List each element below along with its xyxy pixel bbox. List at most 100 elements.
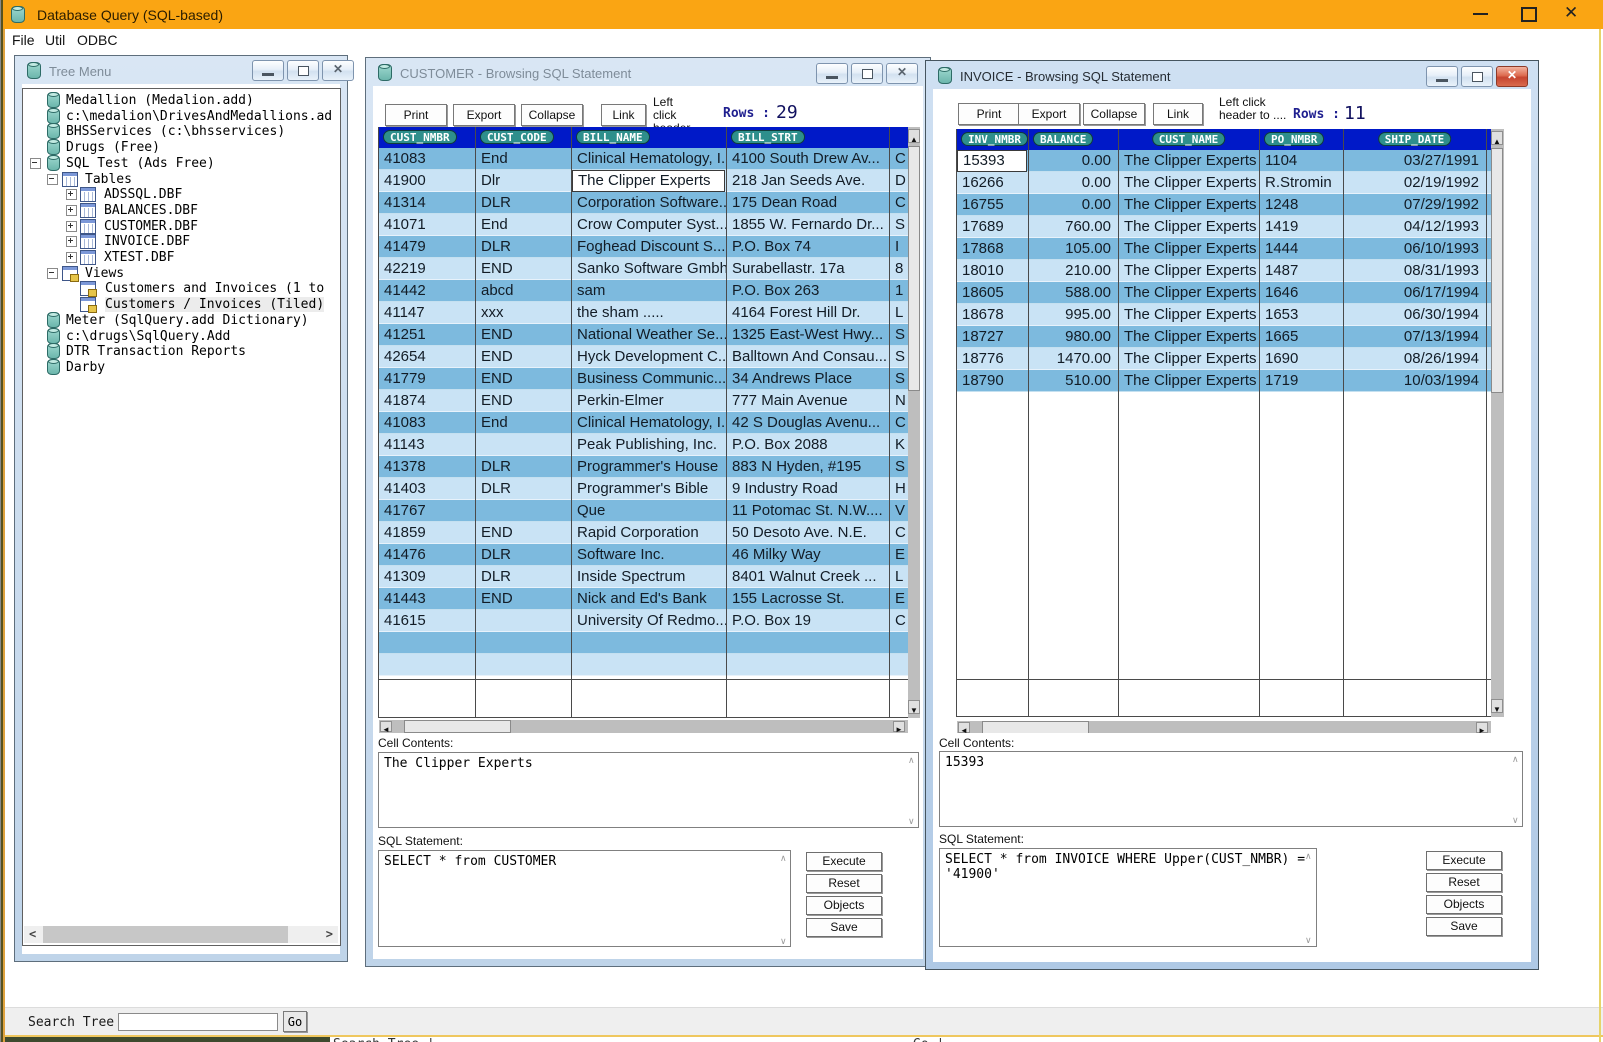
grid-cell[interactable]: 1855 W. Fernardo Dr... bbox=[727, 214, 889, 236]
grid-cell[interactable]: Balltown And Consau... bbox=[727, 346, 889, 368]
grid-cell[interactable]: 1646 bbox=[1260, 282, 1343, 304]
grid-cell[interactable]: 06/30/1994 bbox=[1344, 304, 1486, 326]
grid-cell[interactable]: DLR bbox=[476, 236, 571, 258]
scroll-down-icon[interactable]: ∨ bbox=[1512, 815, 1519, 826]
grid-cell[interactable]: The Clipper Experts bbox=[572, 170, 725, 192]
grid-cell[interactable]: END bbox=[476, 324, 571, 346]
grid-cell[interactable]: Que bbox=[572, 500, 726, 522]
grid-cell[interactable]: Peak Publishing, Inc. bbox=[572, 434, 726, 456]
grid-cell[interactable]: 777 Main Avenue bbox=[727, 390, 889, 412]
grid-new-row-cell[interactable] bbox=[889, 679, 909, 718]
grid-vscrollbar[interactable]: ▲ ▼ bbox=[908, 127, 920, 718]
column-header-cust_nmbr[interactable]: CUST_NMBR bbox=[383, 130, 457, 144]
grid-cell[interactable]: 105.00 bbox=[1029, 238, 1118, 260]
grid-cell[interactable]: 11 Potomac St. N.W.... bbox=[727, 500, 889, 522]
tree-item[interactable]: Customers and Invoices (1 to bbox=[105, 281, 324, 296]
grid-cell[interactable]: 1690 bbox=[1260, 348, 1343, 370]
grid-cell[interactable]: 42654 bbox=[379, 346, 475, 368]
execute-button[interactable]: Execute bbox=[1426, 851, 1502, 870]
grid-cell[interactable]: 0.00 bbox=[1029, 194, 1118, 216]
column-header-ship_date[interactable]: SHIP_DATE bbox=[1378, 132, 1452, 146]
grid-cell[interactable]: END bbox=[476, 368, 571, 390]
scroll-up-icon[interactable]: ∧ bbox=[1512, 754, 1519, 765]
scroll-right-icon[interactable]: ► bbox=[1476, 722, 1488, 733]
column-header-balance[interactable]: BALANCE bbox=[1033, 132, 1093, 146]
scroll-up-icon[interactable]: ▲ bbox=[1491, 131, 1503, 145]
scroll-up-icon[interactable]: ∧ bbox=[780, 853, 787, 864]
grid-cell[interactable]: 41251 bbox=[379, 324, 475, 346]
scroll-right-icon[interactable]: > bbox=[326, 927, 333, 941]
grid-cell[interactable]: End bbox=[476, 412, 571, 434]
grid-cell[interactable]: The Clipper Experts bbox=[1119, 260, 1259, 282]
invoice-minimize-button[interactable] bbox=[1426, 66, 1458, 87]
tree-item[interactable]: BHSServices (c:\bhsservices) bbox=[66, 124, 285, 139]
reset-button[interactable]: Reset bbox=[806, 874, 882, 893]
export-button[interactable]: Export bbox=[1018, 103, 1080, 125]
grid-cell[interactable]: Perkin-Elmer bbox=[572, 390, 726, 412]
grid-cell[interactable]: Surabellastr. 17a bbox=[727, 258, 889, 280]
customer-close-button[interactable]: ✕ bbox=[886, 63, 918, 84]
tree-item[interactable]: ADSSQL.DBF bbox=[104, 187, 182, 202]
menu-item-odbc[interactable]: ODBC bbox=[77, 32, 117, 48]
grid-cell[interactable]: 8401 Walnut Creek ... bbox=[727, 566, 889, 588]
tree-item[interactable]: CUSTOMER.DBF bbox=[104, 219, 198, 234]
scroll-up-icon[interactable]: ∧ bbox=[1305, 851, 1312, 862]
grid-cell[interactable]: 41874 bbox=[379, 390, 475, 412]
grid-cell[interactable]: 1419 bbox=[1260, 216, 1343, 238]
grid-cell[interactable]: 4100 South Drew Av... bbox=[727, 148, 889, 170]
grid-cell[interactable]: 07/13/1994 bbox=[1344, 326, 1486, 348]
grid-cell[interactable]: 1444 bbox=[1260, 238, 1343, 260]
objects-button[interactable]: Objects bbox=[1426, 895, 1502, 914]
grid-cell[interactable]: 06/17/1994 bbox=[1344, 282, 1486, 304]
grid-cell[interactable]: Nick and Ed's Bank bbox=[572, 588, 726, 610]
grid-cell[interactable]: 34 Andrews Place bbox=[727, 368, 889, 390]
tree-item[interactable]: Darby bbox=[66, 360, 105, 375]
grid-vscrollbar-thumb[interactable] bbox=[1491, 148, 1503, 393]
invoice-restore-button[interactable] bbox=[1461, 66, 1493, 87]
grid-cell[interactable]: 17868 bbox=[957, 238, 1028, 260]
grid-vscrollbar-thumb[interactable] bbox=[908, 146, 920, 391]
grid-cell[interactable]: 41900 bbox=[379, 170, 475, 192]
grid-new-row-cell[interactable] bbox=[1343, 679, 1487, 717]
scroll-down-icon[interactable]: ▼ bbox=[908, 700, 920, 714]
tree-item[interactable]: Tables bbox=[85, 172, 132, 187]
tree-item[interactable]: BALANCES.DBF bbox=[104, 203, 198, 218]
grid-new-row-cell[interactable] bbox=[1028, 679, 1119, 717]
grid-cell[interactable]: 17689 bbox=[957, 216, 1028, 238]
grid-cell[interactable]: R.Stromin bbox=[1260, 172, 1343, 194]
grid-cell[interactable]: The Clipper Experts bbox=[1119, 282, 1259, 304]
column-header-cust_code[interactable]: CUST_CODE bbox=[480, 130, 554, 144]
tree-close-button[interactable]: ✕ bbox=[322, 60, 354, 81]
grid-hscrollbar[interactable]: ◄ ► bbox=[957, 721, 1491, 733]
execute-button[interactable]: Execute bbox=[806, 852, 882, 871]
column-header-inv_nmbr[interactable]: INV_NMBR bbox=[961, 132, 1028, 146]
grid-cell[interactable]: 760.00 bbox=[1029, 216, 1118, 238]
grid-cell[interactable]: 18776 bbox=[957, 348, 1028, 370]
customer-minimize-button[interactable] bbox=[816, 63, 848, 84]
link-button[interactable]: Link bbox=[601, 104, 646, 126]
tree-item[interactable]: c:\drugs\SqlQuery.Add bbox=[66, 329, 230, 344]
tree-item[interactable]: XTEST.DBF bbox=[104, 250, 174, 265]
grid-cell[interactable]: 10/03/1994 bbox=[1344, 370, 1486, 392]
grid-new-row-cell[interactable] bbox=[1118, 679, 1260, 717]
grid-cell[interactable]: The Clipper Experts bbox=[1119, 194, 1259, 216]
grid-cell[interactable]: National Weather Se... bbox=[572, 324, 726, 346]
grid-cell[interactable]: 41403 bbox=[379, 478, 475, 500]
grid-cell[interactable]: 18727 bbox=[957, 326, 1028, 348]
tree-expand-minus-icon[interactable] bbox=[47, 174, 58, 185]
menu-item-util[interactable]: Util bbox=[45, 32, 65, 48]
objects-button[interactable]: Objects bbox=[806, 896, 882, 915]
save-button[interactable]: Save bbox=[806, 918, 882, 937]
grid-cell[interactable]: DLR bbox=[476, 456, 571, 478]
tree-item[interactable]: Meter (SqlQuery.add Dictionary) bbox=[66, 313, 309, 328]
grid-cell[interactable]: The Clipper Experts bbox=[1119, 370, 1259, 392]
scroll-left-icon[interactable]: ◄ bbox=[380, 721, 392, 732]
grid-cell[interactable]: 18605 bbox=[957, 282, 1028, 304]
scroll-down-icon[interactable]: ∨ bbox=[780, 936, 787, 947]
grid-cell[interactable]: 155 Lacrosse St. bbox=[727, 588, 889, 610]
grid-cell[interactable]: 1248 bbox=[1260, 194, 1343, 216]
grid-cell[interactable]: 588.00 bbox=[1029, 282, 1118, 304]
reset-button[interactable]: Reset bbox=[1426, 873, 1502, 892]
grid-cell[interactable]: 980.00 bbox=[1029, 326, 1118, 348]
grid-cell[interactable]: 18010 bbox=[957, 260, 1028, 282]
